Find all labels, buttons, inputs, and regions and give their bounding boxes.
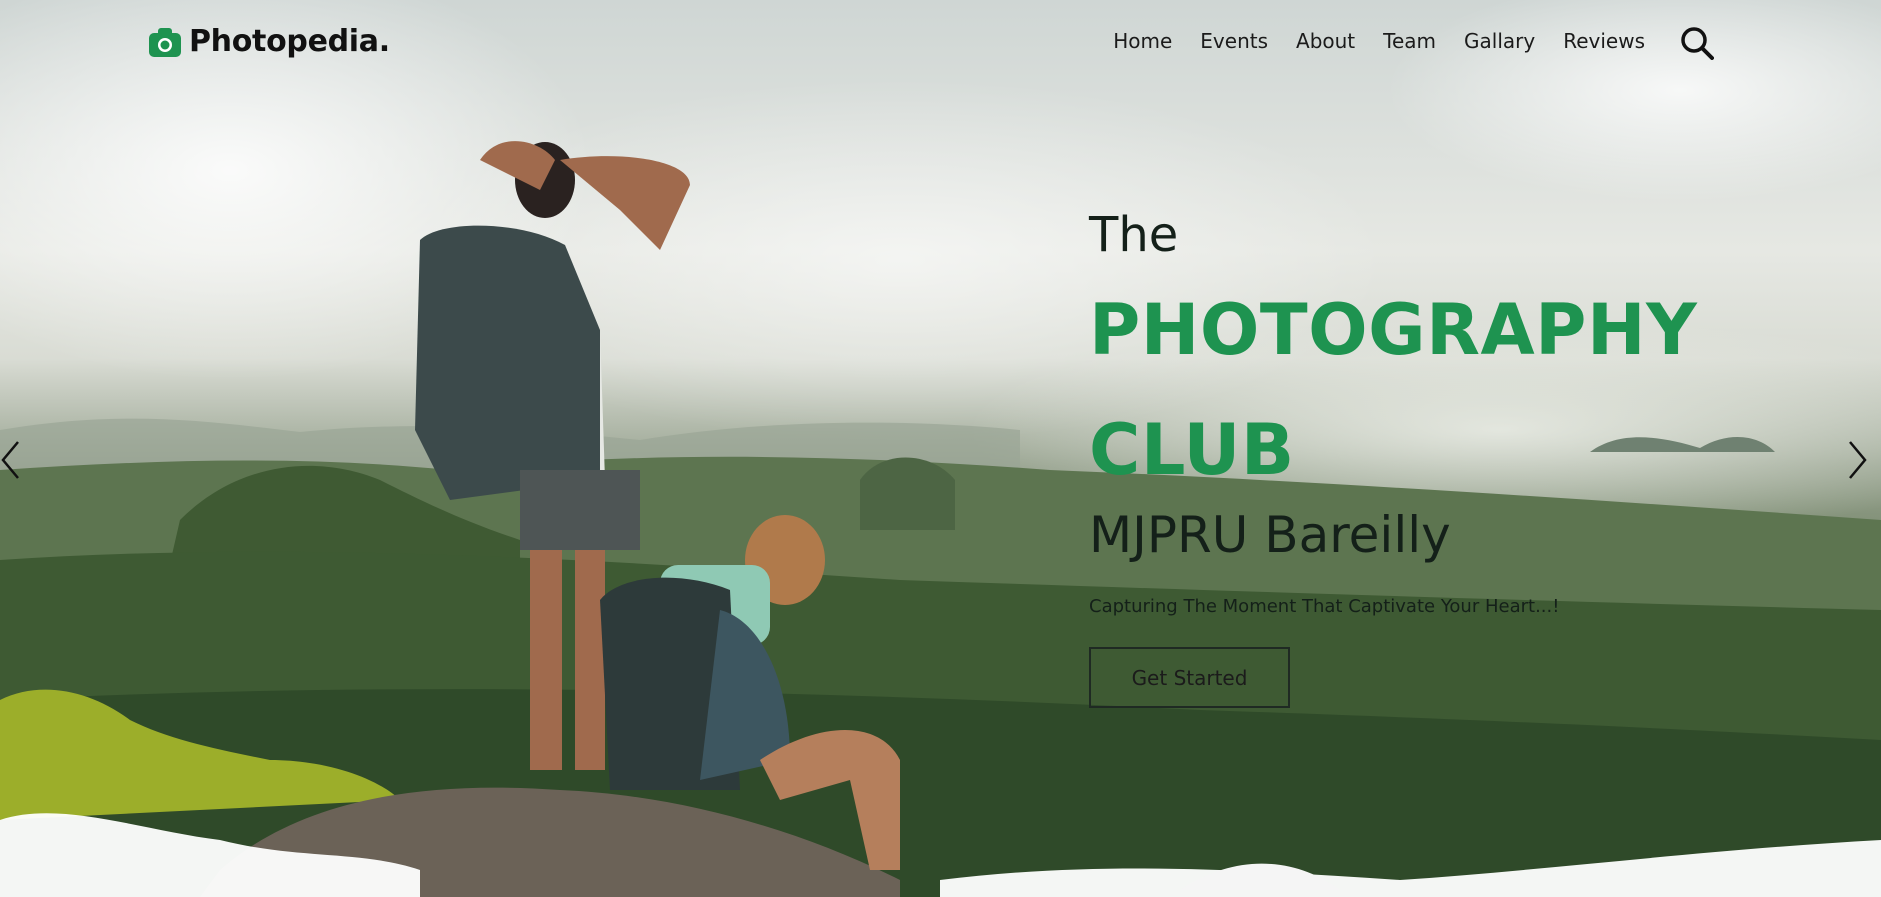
nav-events[interactable]: Events: [1186, 29, 1282, 53]
hero-subtitle: MJPRU Bareilly: [1089, 506, 1451, 564]
top-navigation: Photopedia. Home Events About Team Galla…: [0, 0, 1881, 88]
hero-section: Photopedia. Home Events About Team Galla…: [0, 0, 1881, 897]
chevron-left-icon[interactable]: [0, 440, 22, 480]
nav-reviews[interactable]: Reviews: [1549, 29, 1659, 53]
search-icon[interactable]: [1680, 26, 1714, 60]
nav-about[interactable]: About: [1282, 29, 1369, 53]
hero-tagline: Capturing The Moment That Captivate Your…: [1089, 596, 1560, 617]
get-started-button[interactable]: Get Started: [1089, 647, 1290, 708]
mist-overlay: [0, 813, 1881, 897]
nav-home[interactable]: Home: [1099, 29, 1186, 53]
chevron-right-icon[interactable]: [1846, 440, 1868, 480]
brand-logo[interactable]: Photopedia.: [149, 24, 390, 59]
main-menu: Home Events About Team Gallary Reviews: [1099, 29, 1659, 53]
nav-team[interactable]: Team: [1369, 29, 1450, 53]
hero-title-line2: CLUB: [1089, 409, 1295, 491]
hero-title-prefix: The: [1089, 207, 1179, 263]
brand-name: Photopedia.: [189, 24, 390, 59]
camera-icon: [149, 27, 181, 57]
nav-gallary[interactable]: Gallary: [1450, 29, 1549, 53]
hero-content: The PHOTOGRAPHY CLUB MJPRU Bareilly Capt…: [1089, 200, 1789, 708]
hero-title-line1: PHOTOGRAPHY: [1089, 289, 1698, 371]
